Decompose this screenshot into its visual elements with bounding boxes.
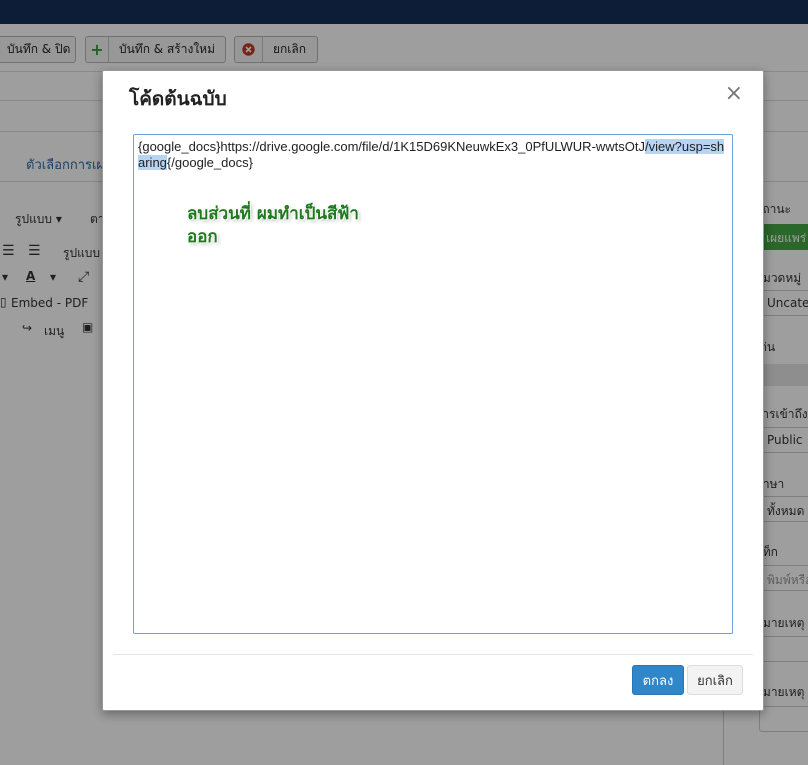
cancel-button[interactable]: ยกเลิก (687, 665, 743, 695)
ok-button[interactable]: ตกลง (632, 665, 684, 695)
code-text-after: {/google_docs} (166, 155, 253, 170)
source-code-text[interactable]: {google_docs}https://drive.google.com/fi… (138, 139, 728, 171)
code-text-before: {google_docs}https://drive.google.com/fi… (138, 139, 646, 154)
dialog-title: โค้ดต้นฉบับ (129, 88, 227, 110)
source-code-dialog: โค้ดต้นฉบับ × {google_docs}https://drive… (102, 70, 764, 711)
close-icon[interactable]: × (725, 83, 743, 105)
annotation-note: ลบส่วนที่ ผมทำเป็นสีฟ้าออก (187, 204, 359, 247)
footer-divider (113, 654, 753, 655)
source-code-textarea[interactable]: {google_docs}https://drive.google.com/fi… (133, 134, 733, 634)
